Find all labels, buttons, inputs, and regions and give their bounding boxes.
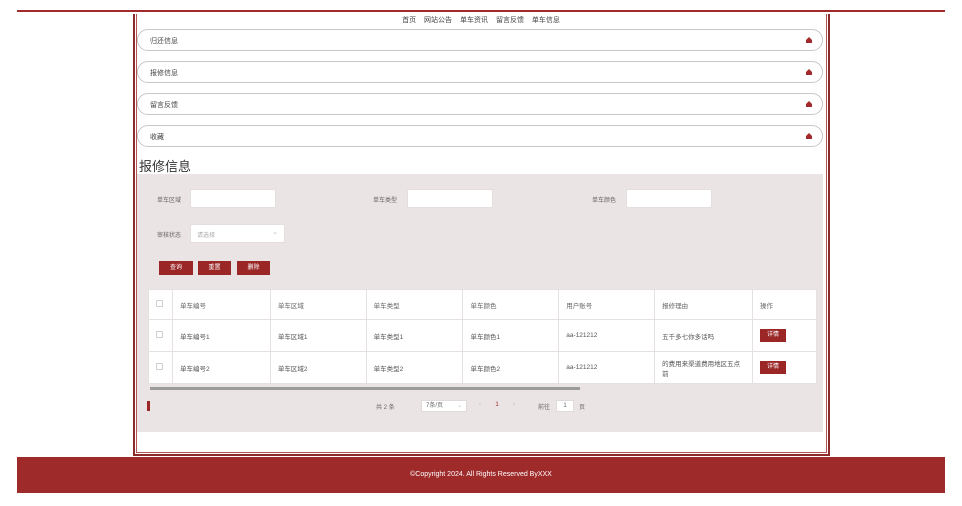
col-header: 用户账号	[558, 289, 656, 320]
menu-label: 留言反馈	[150, 102, 178, 109]
select-all-cell[interactable]	[148, 289, 173, 320]
cell-action: 详情	[751, 319, 818, 352]
cell-area: 单车区域2	[269, 351, 367, 384]
next-page-icon[interactable]: ›	[508, 400, 520, 412]
col-header: 单车颜色	[462, 289, 560, 320]
menu-label: 报修信息	[150, 70, 178, 77]
delete-button[interactable]: 删除	[237, 261, 270, 275]
cell-reason: 五千多七你多话吗	[654, 319, 753, 352]
query-button[interactable]: 查询	[159, 261, 193, 275]
cell-type: 单车类型1	[365, 319, 464, 352]
page-suffix: 页	[579, 405, 586, 411]
table-row: 单车编号2 单车区域2 单车类型2 单车颜色2 aa-121212 的费用来渠道…	[148, 351, 818, 384]
color-input[interactable]	[626, 189, 712, 208]
page-number-current[interactable]: 1	[490, 400, 504, 412]
page-size-select[interactable]: 7条/页 ⌄	[421, 400, 467, 412]
cell-area: 单车区域1	[269, 319, 367, 352]
detail-button[interactable]: 详情	[759, 329, 786, 342]
menu-label: 收藏	[150, 134, 164, 141]
chevron-down-icon: ⌄	[456, 403, 462, 409]
goto-label: 前往	[538, 405, 551, 411]
status-label: 审核状态	[157, 233, 182, 239]
cell-user: aa-121212	[558, 351, 656, 384]
menu-return-info[interactable]: 归还信息	[137, 29, 823, 51]
type-input[interactable]	[407, 189, 493, 208]
cell-color: 单车颜色2	[462, 351, 560, 384]
reset-button[interactable]: 重置	[198, 261, 231, 275]
status-placeholder: 请选择	[197, 233, 216, 239]
home-icon	[806, 133, 812, 139]
col-header: 单车编号	[171, 289, 271, 320]
home-icon	[806, 69, 812, 75]
col-header: 单车类型	[365, 289, 464, 320]
copyright-text: ©Copyright 2024. All Rights Reserved ByX…	[410, 471, 552, 478]
prev-page-icon[interactable]: ‹	[474, 400, 486, 412]
goto-page-input[interactable]: 1	[556, 400, 574, 412]
cell-type: 单车类型2	[365, 351, 464, 384]
cell-color: 单车颜色1	[462, 319, 560, 352]
area-label: 单车区域	[157, 198, 182, 204]
page-title: 报修信息	[139, 159, 192, 174]
menu-repair-info[interactable]: 报修信息	[137, 61, 823, 83]
repair-table: 单车编号 单车区域 单车类型 单车颜色 用户账号 报修理由 操作 单车编号1 单…	[148, 289, 818, 384]
cell-user: aa-121212	[558, 319, 656, 352]
row-select-cell[interactable]	[148, 319, 173, 352]
home-icon	[806, 37, 812, 43]
chevron-down-icon: ⌄	[272, 229, 278, 236]
table-header-row: 单车编号 单车区域 单车类型 单车颜色 用户账号 报修理由 操作	[148, 289, 818, 320]
page-size-value: 7条/页	[426, 403, 444, 409]
status-select[interactable]: 请选择 ⌄	[190, 224, 285, 243]
cell-bike-no: 单车编号1	[171, 319, 271, 352]
menu-label: 归还信息	[150, 38, 178, 45]
home-icon	[806, 101, 812, 107]
row-checkbox[interactable]	[156, 331, 163, 338]
cell-reason: 的费用来渠道费用地区五点前	[654, 351, 753, 384]
accent-marker	[147, 401, 150, 411]
top-accent-line	[17, 10, 945, 12]
cell-action: 详情	[751, 351, 818, 384]
area-input[interactable]	[190, 189, 276, 208]
type-label: 单车类型	[373, 198, 398, 204]
detail-button[interactable]: 详情	[759, 361, 786, 374]
table-row: 单车编号1 单车区域1 单车类型1 单车颜色1 aa-121212 五千多七你多…	[148, 319, 818, 352]
menu-feedback[interactable]: 留言反馈	[137, 93, 823, 115]
col-header: 操作	[751, 289, 818, 320]
horizontal-scrollbar[interactable]	[150, 387, 580, 390]
col-header: 报修理由	[654, 289, 753, 320]
cell-bike-no: 单车编号2	[171, 351, 271, 384]
footer: ©Copyright 2024. All Rights Reserved ByX…	[17, 457, 945, 493]
pager-total: 共 2 条	[376, 405, 395, 411]
col-header: 单车区域	[269, 289, 367, 320]
select-all-checkbox[interactable]	[156, 300, 163, 307]
color-label: 单车颜色	[592, 198, 617, 204]
menu-favorites[interactable]: 收藏	[137, 125, 823, 147]
row-checkbox[interactable]	[156, 363, 163, 370]
row-select-cell[interactable]	[148, 351, 173, 384]
